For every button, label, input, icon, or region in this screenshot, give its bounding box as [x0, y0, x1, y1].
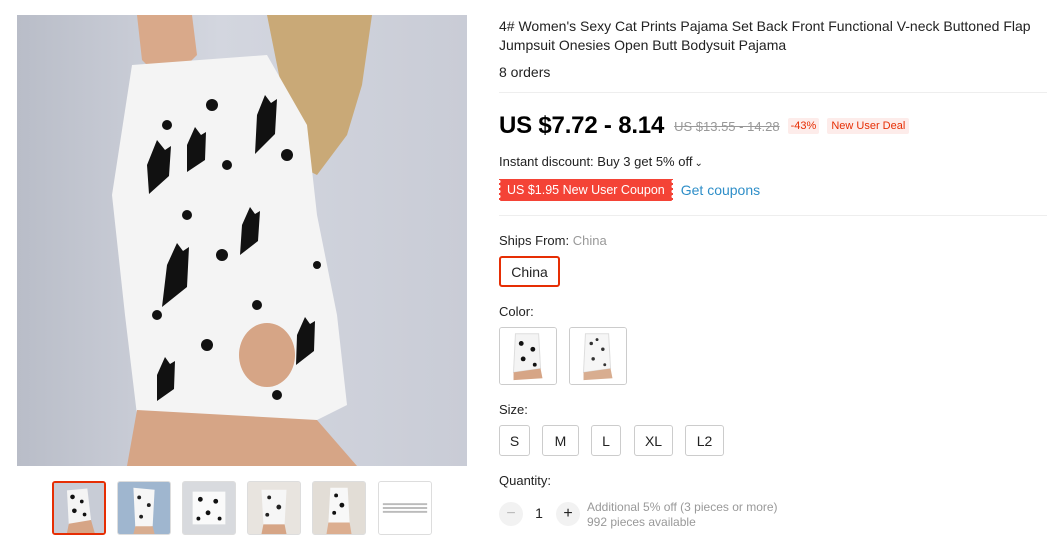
thumbnail-2[interactable]: [117, 481, 171, 535]
size-option-xl[interactable]: XL: [634, 425, 673, 456]
divider: [499, 92, 1047, 93]
quantity-increase-button[interactable]: +: [556, 502, 580, 526]
thumbnail-4[interactable]: [247, 481, 301, 535]
discount-badge: -43%: [787, 118, 820, 134]
main-product-image[interactable]: [17, 15, 467, 466]
quantity-label: Quantity:: [499, 473, 552, 488]
quantity-value[interactable]: 1: [533, 505, 545, 521]
chevron-down-icon: ⌄: [694, 158, 703, 169]
ships-from-title: Ships From:: [499, 233, 570, 248]
original-price: US $13.55 - 14.28: [674, 118, 780, 134]
color-option-1[interactable]: [499, 327, 557, 385]
color-label: Color:: [499, 304, 534, 319]
ship-option-china[interactable]: China: [499, 256, 560, 287]
thumbnail-3[interactable]: [182, 481, 236, 535]
size-option-s[interactable]: S: [499, 425, 530, 456]
thumbnail-1[interactable]: [52, 481, 106, 535]
instant-discount-toggle[interactable]: Instant discount: Buy 3 get 5% off ⌄: [499, 154, 703, 169]
new-user-deal-badge: New User Deal: [827, 118, 910, 134]
get-coupons-link[interactable]: Get coupons: [681, 182, 760, 198]
thumbnail-strip: [52, 481, 432, 535]
size-option-l[interactable]: L: [591, 425, 621, 456]
ships-from-selected: China: [572, 233, 607, 248]
quantity-note: Additional 5% off (3 pieces or more) 992…: [587, 500, 778, 530]
size-label: Size:: [499, 402, 528, 417]
product-info-panel: 4# Women's Sexy Cat Prints Pajama Set Ba…: [497, 0, 1047, 538]
instant-discount-text: Instant discount: Buy 3 get 5% off: [499, 154, 693, 169]
product-photo: [112, 15, 372, 466]
quantity-decrease-button[interactable]: −: [499, 502, 523, 526]
stock-available: 992 pieces available: [587, 515, 696, 529]
order-count: 8 orders: [499, 64, 551, 80]
price: US $7.72 - 8.14: [499, 112, 665, 139]
new-user-coupon-button[interactable]: US $1.95 New User Coupon: [497, 179, 675, 201]
color-option-2[interactable]: [569, 327, 627, 385]
divider: [499, 215, 1047, 216]
ships-from-label: Ships From: China: [499, 233, 607, 248]
thumbnail-6[interactable]: [378, 481, 432, 535]
bulk-discount-note: Additional 5% off (3 pieces or more): [587, 500, 778, 514]
product-title: 4# Women's Sexy Cat Prints Pajama Set Ba…: [499, 18, 1031, 53]
coupon-row: US $1.95 New User Coupon Get coupons: [497, 179, 760, 201]
size-option-l2[interactable]: L2: [685, 425, 724, 456]
size-option-m[interactable]: M: [542, 425, 579, 456]
price-row: US $7.72 - 8.14 US $13.55 - 14.28 -43% N…: [499, 111, 910, 141]
thumbnail-5[interactable]: [312, 481, 366, 535]
